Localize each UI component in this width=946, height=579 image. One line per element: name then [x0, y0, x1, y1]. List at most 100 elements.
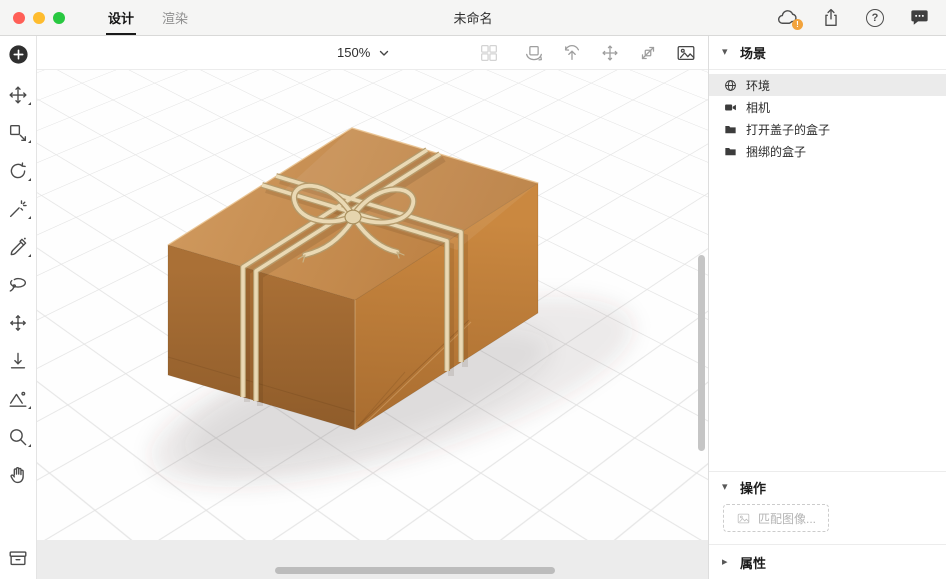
chevron-down-icon: ▾ [722, 47, 732, 58]
right-panel: ▾ 场景 环境 相机 [708, 36, 946, 579]
feedback-button[interactable] [907, 6, 931, 30]
down-arrow-icon [7, 350, 29, 372]
camera-icon [724, 101, 737, 114]
folder-icon [724, 123, 737, 136]
match-image-button[interactable]: 匹配图像... [723, 504, 829, 532]
archive-box-icon [7, 547, 29, 569]
flyout-indicator [28, 444, 31, 447]
add-content-button[interactable] [5, 41, 31, 67]
titlebar: 设计 渲染 未命名 ! ? [0, 0, 946, 36]
properties-panel-header[interactable]: ▸ 属性 [709, 544, 946, 579]
left-toolbar [0, 36, 37, 579]
app-window: 设计 渲染 未命名 ! ? [0, 0, 946, 579]
orbit-camera-icon [561, 42, 583, 64]
flyout-indicator [28, 254, 31, 257]
orbit-object-icon [523, 42, 545, 64]
scene-item-label: 捆绑的盒子 [746, 143, 806, 160]
package-3d-object[interactable] [37, 70, 708, 540]
magic-wand-icon [7, 198, 29, 220]
select-move-tool[interactable] [5, 82, 31, 108]
zoom-tool[interactable] [5, 424, 31, 450]
plus-circle-icon [7, 43, 30, 66]
flyout-indicator [28, 216, 31, 219]
select-scale-tool[interactable] [5, 120, 31, 146]
horizon-tool[interactable] [5, 386, 31, 412]
render-preview-button[interactable] [5, 545, 31, 571]
help-icon: ? [866, 9, 884, 27]
close-window-button[interactable] [13, 12, 25, 24]
orbit-object-button[interactable] [522, 41, 546, 65]
minimize-window-button[interactable] [33, 12, 45, 24]
sampler-tool[interactable] [5, 234, 31, 260]
match-image-icon [736, 511, 751, 526]
magnifier-icon [7, 426, 29, 448]
scale-rect-icon [7, 122, 29, 144]
zoom-value: 150% [337, 45, 370, 60]
scene-item-open-box[interactable]: 打开盖子的盒子 [709, 118, 946, 140]
titlebar-actions: ! ? [775, 6, 931, 30]
scene-item-label: 相机 [746, 99, 770, 116]
camera-tools [477, 41, 698, 65]
chevron-down-icon: ▾ [722, 482, 732, 493]
dolly-camera-icon [637, 42, 659, 64]
share-icon [820, 7, 842, 29]
tab-design[interactable]: 设计 [108, 0, 134, 35]
scene-list: 环境 相机 打开盖子的盒子 [709, 70, 946, 162]
environment-icon [724, 79, 737, 92]
select-rotate-tool[interactable] [5, 158, 31, 184]
share-button[interactable] [819, 6, 843, 30]
scene-item-environment[interactable]: 环境 [709, 74, 946, 96]
chevron-right-icon: ▸ [722, 557, 732, 568]
cross-arrows-icon [7, 312, 29, 334]
canvas-bottom-bar [37, 540, 708, 579]
chevron-down-icon [378, 47, 390, 59]
flyout-indicator [28, 406, 31, 409]
actions-section: ▾ 操作 匹配图像... [709, 471, 946, 544]
image-icon [675, 42, 697, 64]
pan-camera-icon [599, 42, 621, 64]
cloud-sync-button[interactable]: ! [775, 6, 799, 30]
drop-to-ground-tool[interactable] [5, 348, 31, 374]
tab-render[interactable]: 渲染 [162, 0, 188, 35]
traffic-lights [13, 12, 65, 24]
panel-spacer [709, 162, 946, 471]
magic-wand-tool[interactable] [5, 196, 31, 222]
pan-camera-button[interactable] [598, 41, 622, 65]
scene-item-camera[interactable]: 相机 [709, 96, 946, 118]
flyout-indicator [28, 178, 31, 181]
lasso-tool[interactable] [5, 272, 31, 298]
chat-bubble-icon [908, 6, 931, 29]
layout-views-button[interactable] [477, 41, 501, 65]
dolly-camera-button[interactable] [636, 41, 660, 65]
translate-tool[interactable] [5, 310, 31, 336]
canvas-area: 150% [37, 36, 708, 579]
vertical-scrollbar[interactable] [698, 255, 705, 451]
scene-item-tied-box[interactable]: 捆绑的盒子 [709, 140, 946, 162]
mode-tabs: 设计 渲染 [108, 0, 188, 35]
sync-warning-badge: ! [792, 19, 803, 30]
main-area: 150% [0, 36, 946, 579]
pan-hand-tool[interactable] [5, 462, 31, 488]
zoom-window-button[interactable] [53, 12, 65, 24]
hand-icon [7, 464, 29, 486]
scene-panel-title: 场景 [740, 43, 766, 62]
help-button[interactable]: ? [863, 6, 887, 30]
grid-views-icon [478, 42, 500, 64]
scene-panel-header[interactable]: ▾ 场景 [709, 36, 946, 70]
match-image-label: 匹配图像... [758, 510, 816, 527]
zoom-control[interactable]: 150% [337, 45, 390, 60]
lasso-icon [7, 274, 29, 296]
move-cursor-icon [7, 84, 29, 106]
3d-viewport[interactable] [37, 70, 708, 540]
match-image-tool-button[interactable] [674, 41, 698, 65]
horizon-mountain-icon [7, 388, 29, 410]
horizontal-scrollbar[interactable] [275, 567, 555, 574]
flyout-indicator [28, 140, 31, 143]
orbit-camera-button[interactable] [560, 41, 584, 65]
canvas-toolbar: 150% [37, 36, 708, 70]
eyedropper-icon [7, 236, 29, 258]
scene-item-label: 打开盖子的盒子 [746, 121, 830, 138]
actions-panel-header[interactable]: ▾ 操作 [709, 472, 946, 502]
actions-panel-title: 操作 [740, 478, 766, 497]
flyout-indicator [28, 102, 31, 105]
